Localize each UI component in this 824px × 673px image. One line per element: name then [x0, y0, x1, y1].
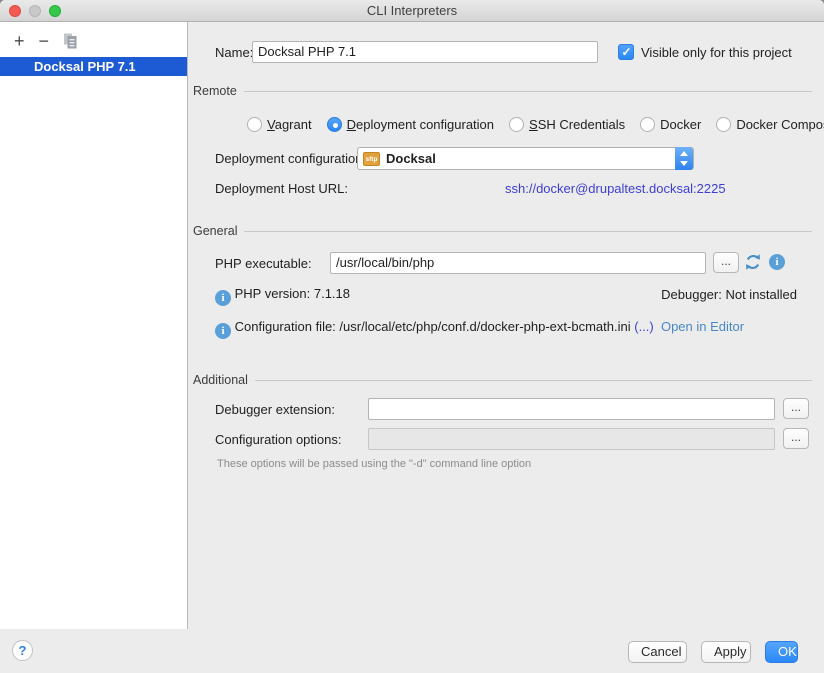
combobox-stepper-icon[interactable] — [675, 147, 693, 170]
deployment-configuration-select[interactable]: sftp Docksal — [357, 147, 694, 170]
debugger-extension-browse-button[interactable]: ... — [783, 398, 809, 419]
radio-vagrant[interactable]: Vagrant — [247, 117, 312, 132]
configuration-options-label: Configuration options: — [215, 432, 341, 447]
remove-interpreter-icon[interactable]: − — [39, 32, 50, 50]
php-executable-input[interactable]: /usr/local/bin/php — [330, 252, 706, 274]
radio-docker-compose[interactable]: Docker Compose — [716, 117, 824, 132]
apply-button[interactable]: Apply — [701, 641, 751, 663]
copy-interpreter-icon[interactable] — [63, 33, 78, 52]
configuration-options-input[interactable] — [368, 428, 775, 450]
info-icon: i — [215, 290, 231, 306]
ok-button[interactable]: OK — [765, 641, 798, 663]
list-toolbar: + − — [14, 30, 78, 52]
php-executable-label: PHP executable: — [215, 256, 312, 271]
additional-section-label: Additional — [193, 373, 248, 387]
radio-circle-icon — [509, 117, 524, 132]
remote-type-radio-group: Vagrant Deployment configuration SSH Cre… — [247, 117, 824, 132]
interpreter-list-panel: + − Docksal PHP 7.1 — [0, 22, 188, 629]
radio-circle-icon — [640, 117, 655, 132]
php-executable-browse-button[interactable]: ... — [713, 252, 739, 273]
help-button[interactable]: ? — [12, 640, 33, 661]
general-section-label: General — [193, 224, 237, 238]
deployment-host-url-link[interactable]: ssh://docker@drupaltest.docksal:2225 — [505, 181, 726, 196]
general-section-header: General — [193, 224, 812, 238]
reload-phpinfo-icon[interactable] — [744, 253, 762, 274]
deployment-configuration-label: Deployment configuration: — [215, 151, 366, 166]
radio-circle-icon — [716, 117, 731, 132]
visible-only-checkbox[interactable] — [618, 44, 634, 60]
radio-docker[interactable]: Docker — [640, 117, 701, 132]
add-interpreter-icon[interactable]: + — [14, 32, 25, 50]
configuration-file-row: i Configuration file: /usr/local/etc/php… — [215, 319, 744, 339]
cancel-button[interactable]: Cancel — [628, 641, 687, 663]
configuration-file-text: Configuration file: /usr/local/etc/php/c… — [235, 319, 631, 334]
deployment-host-url-label: Deployment Host URL: — [215, 181, 348, 196]
radio-circle-icon — [327, 117, 342, 132]
remote-section-header: Remote — [193, 84, 812, 98]
php-executable-info-icon[interactable]: i — [769, 254, 785, 270]
configuration-options-browse-button[interactable]: ... — [783, 428, 809, 449]
remote-section-label: Remote — [193, 84, 237, 98]
radio-deployment-configuration[interactable]: Deployment configuration — [327, 117, 494, 132]
visible-only-label: Visible only for this project — [641, 45, 792, 60]
php-version-text: PHP version: 7.1.18 — [235, 286, 350, 301]
open-in-editor-link[interactable]: Open in Editor — [661, 319, 744, 334]
deployment-configuration-value: Docksal — [386, 151, 436, 166]
debugger-extension-input[interactable] — [368, 398, 775, 420]
additional-section-header: Additional — [193, 373, 812, 387]
sftp-server-icon: sftp — [363, 152, 380, 166]
radio-circle-icon — [247, 117, 262, 132]
cli-interpreters-dialog: CLI Interpreters + − Docksal PHP 7.1 Nam… — [0, 0, 824, 673]
info-icon: i — [215, 323, 231, 339]
titlebar: CLI Interpreters — [0, 0, 824, 22]
debugger-extension-label: Debugger extension: — [215, 402, 335, 417]
name-label: Name: — [215, 45, 253, 60]
name-input[interactable]: Docksal PHP 7.1 — [252, 41, 598, 63]
interpreter-list-item[interactable]: Docksal PHP 7.1 — [0, 57, 187, 76]
options-note-text: These options will be passed using the "… — [217, 458, 531, 470]
debugger-status-text: Debugger: Not installed — [661, 287, 797, 302]
php-version-row: i PHP version: 7.1.18 — [215, 286, 350, 306]
window-title: CLI Interpreters — [0, 3, 824, 18]
configuration-file-more-link[interactable]: (...) — [634, 319, 654, 334]
radio-ssh-credentials[interactable]: SSH Credentials — [509, 117, 625, 132]
